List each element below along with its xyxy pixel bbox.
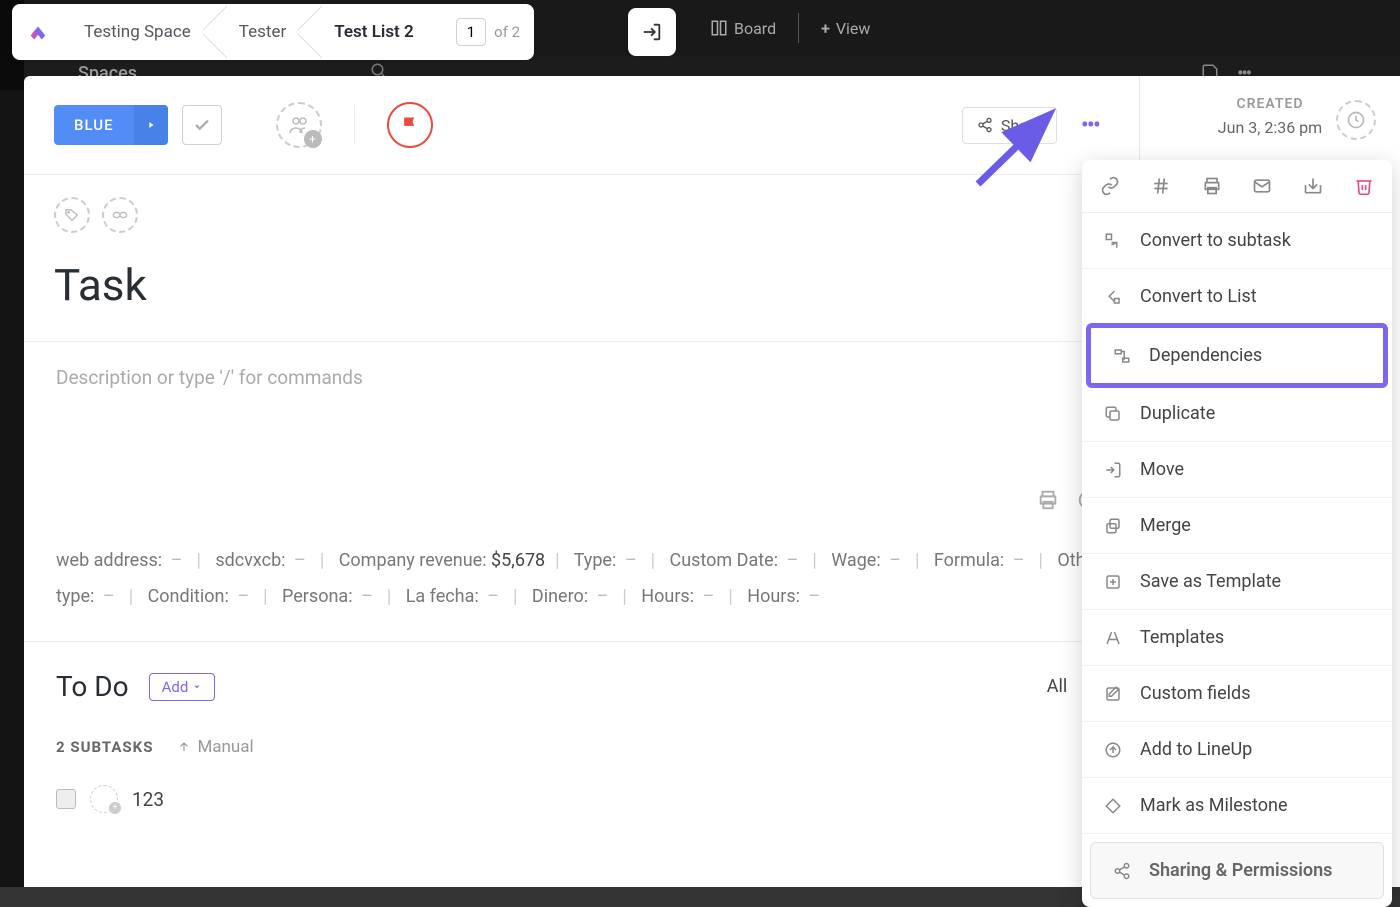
duplicate-icon: [1102, 405, 1124, 423]
subtask-assignee-button[interactable]: [90, 785, 118, 813]
add-tag-button[interactable]: [54, 197, 90, 233]
menu-duplicate[interactable]: Duplicate: [1082, 386, 1392, 442]
status-button[interactable]: BLUE: [54, 105, 168, 145]
task-description[interactable]: Description or type '/' for commands: [24, 341, 1139, 521]
dependencies-icon: [1111, 347, 1133, 365]
task-title[interactable]: Task: [24, 243, 1139, 341]
save-template-icon: [1102, 573, 1124, 591]
menu-save-template[interactable]: Save as Template: [1082, 554, 1392, 610]
menu-convert-list[interactable]: Convert to List: [1082, 269, 1392, 325]
dimmed-sidebar: [0, 0, 24, 887]
divider: [798, 13, 799, 43]
print-icon[interactable]: [1037, 489, 1059, 511]
subtask-name: 123: [132, 788, 164, 811]
board-view-tab: Board: [700, 13, 786, 44]
field-web-address[interactable]: web address:: [56, 550, 162, 571]
filter-all[interactable]: All: [1047, 676, 1068, 697]
menu-mark-milestone[interactable]: Mark as Milestone: [1082, 778, 1392, 834]
email-icon[interactable]: [1252, 176, 1272, 196]
subtask-item[interactable]: 123: [56, 785, 1107, 813]
time-tracking-button[interactable]: [1336, 100, 1376, 140]
custom-fields-row: web address: –| sdcvxcb: –| Company reve…: [24, 521, 1139, 642]
task-index-input[interactable]: 1: [456, 18, 486, 46]
divider: [354, 105, 355, 145]
more-menu-button[interactable]: •••: [1071, 111, 1109, 139]
merge-icon: [1102, 517, 1124, 535]
archive-icon[interactable]: [1303, 176, 1323, 196]
menu-move[interactable]: Move: [1082, 442, 1392, 498]
menu-merge[interactable]: Merge: [1082, 498, 1392, 554]
custom-fields-icon: [1102, 685, 1124, 703]
breadcrumb-space[interactable]: Testing Space: [60, 4, 215, 60]
add-relation-button[interactable]: [102, 197, 138, 233]
subtasks-title: To Do: [56, 670, 129, 703]
subtasks-section: To Do Add All M 2 SUBTASKS Manual: [24, 642, 1139, 841]
share-button[interactable]: Share: [962, 107, 1057, 144]
share-label: Share: [1001, 116, 1042, 135]
templates-icon: [1102, 629, 1124, 647]
menu-templates[interactable]: Templates: [1082, 610, 1392, 666]
move-icon: [1102, 461, 1124, 479]
field-la-fecha[interactable]: La fecha:: [406, 586, 479, 607]
breadcrumb-list[interactable]: Test List 2: [310, 4, 438, 60]
trash-icon[interactable]: [1354, 176, 1374, 196]
field-formula[interactable]: Formula:: [934, 550, 1004, 571]
field-hours-2[interactable]: Hours:: [747, 586, 800, 607]
print-icon[interactable]: [1202, 176, 1222, 196]
complete-button[interactable]: [182, 105, 222, 145]
add-view-button: + View: [811, 13, 880, 44]
share-icon: [977, 117, 993, 133]
task-more-dropdown: Convert to subtask Convert to List Depen…: [1082, 160, 1392, 907]
milestone-icon: [1102, 797, 1124, 815]
breadcrumb-folder[interactable]: Tester: [215, 4, 310, 60]
task-total-label: of 2: [494, 23, 520, 41]
field-condition[interactable]: Condition:: [148, 586, 229, 607]
tags-row: [24, 175, 1139, 243]
clickup-logo-icon[interactable]: [26, 20, 50, 44]
add-assignee-icon: +: [304, 130, 322, 148]
assignee-button[interactable]: +: [276, 102, 322, 148]
description-placeholder: Description or type '/' for commands: [56, 366, 363, 389]
field-persona[interactable]: Persona:: [282, 586, 353, 607]
menu-convert-subtask[interactable]: Convert to subtask: [1082, 213, 1392, 269]
lineup-icon: [1102, 741, 1124, 759]
field-type[interactable]: Type:: [574, 550, 617, 571]
menu-add-lineup[interactable]: Add to LineUp: [1082, 722, 1392, 778]
sharing-icon: [1111, 862, 1133, 880]
add-subtask-button[interactable]: Add: [149, 673, 216, 701]
menu-sharing-permissions[interactable]: Sharing & Permissions: [1090, 842, 1384, 899]
menu-custom-fields[interactable]: Custom fields: [1082, 666, 1392, 722]
subtask-checkbox[interactable]: [56, 789, 76, 809]
exit-button[interactable]: [628, 8, 676, 56]
hashtag-icon[interactable]: [1151, 176, 1171, 196]
breadcrumb: Testing Space Tester Test List 2 1 of 2: [12, 4, 534, 60]
field-custom-date[interactable]: Custom Date:: [670, 550, 779, 571]
status-next-icon[interactable]: [134, 105, 168, 145]
priority-flag-button[interactable]: [387, 102, 433, 148]
status-label: BLUE: [54, 105, 134, 145]
field-sdcvxcb[interactable]: sdcvxcb:: [215, 550, 285, 571]
field-wage[interactable]: Wage:: [831, 550, 880, 571]
sort-manual[interactable]: Manual: [177, 737, 253, 757]
convert-subtask-icon: [1102, 232, 1124, 250]
field-company-revenue[interactable]: Company revenue:: [339, 550, 487, 571]
link-icon[interactable]: [1100, 176, 1120, 196]
menu-dependencies[interactable]: Dependencies: [1086, 323, 1388, 388]
subtasks-count: 2 SUBTASKS: [56, 738, 153, 756]
convert-list-icon: [1102, 288, 1124, 306]
field-hours[interactable]: Hours:: [641, 586, 694, 607]
task-toolbar: BLUE + Share: [24, 76, 1139, 175]
field-dinero[interactable]: Dinero:: [532, 586, 588, 607]
